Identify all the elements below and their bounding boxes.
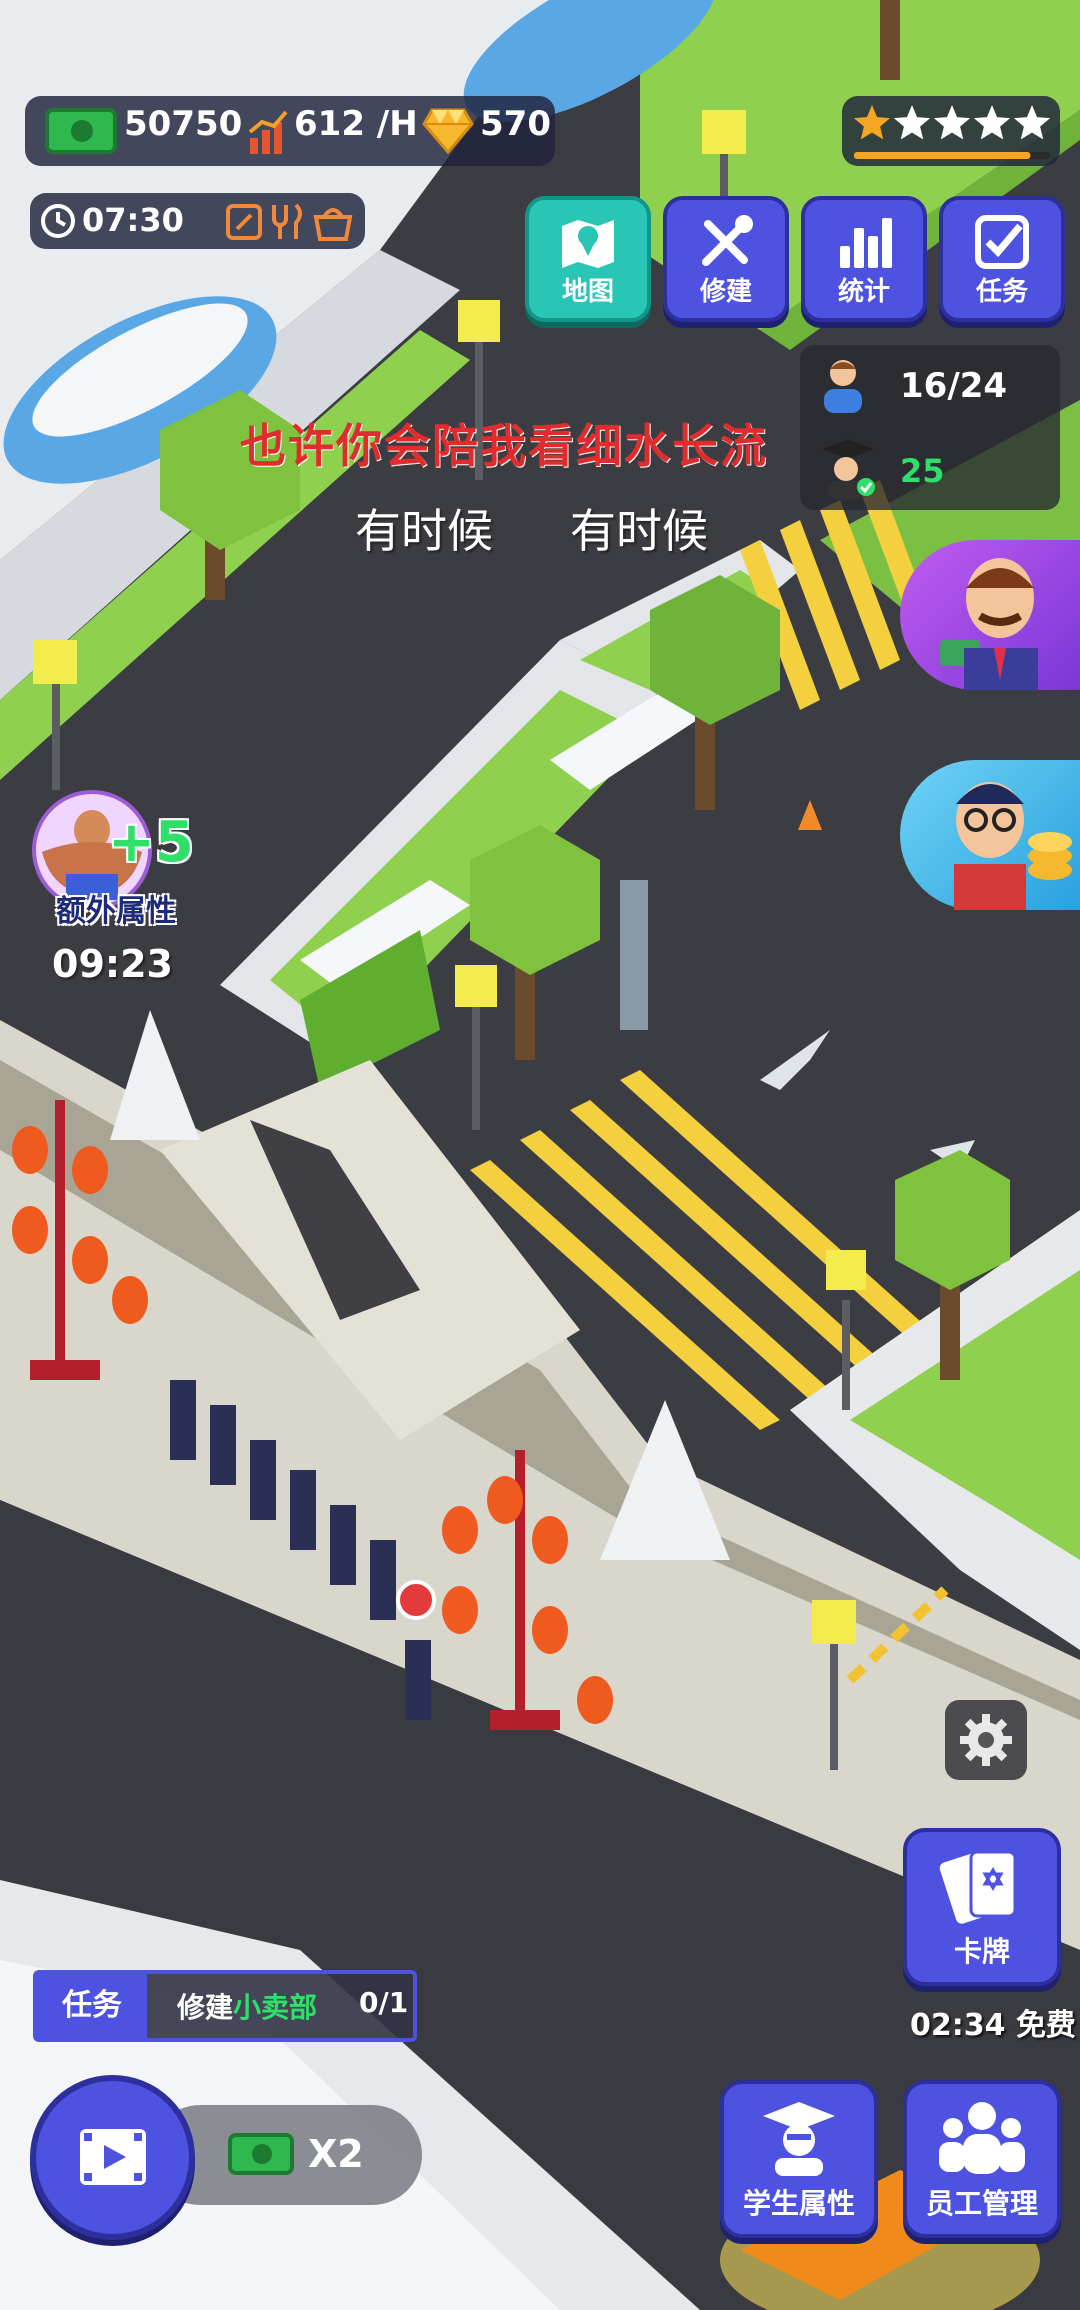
tycoon-offer-button[interactable] bbox=[900, 760, 1080, 910]
lyric-line-1: 也许你会陪我看细水长流 bbox=[240, 419, 768, 473]
basket-icon[interactable] bbox=[312, 203, 354, 241]
gem-icon bbox=[422, 108, 474, 154]
build-button[interactable]: 修建 bbox=[663, 196, 789, 322]
map-button[interactable]: 地图 bbox=[525, 196, 651, 322]
graduate-icon bbox=[822, 439, 875, 499]
star-filled-icon bbox=[853, 105, 891, 140]
buff-label: 额外属性 bbox=[56, 894, 176, 929]
watch-video-button[interactable] bbox=[30, 2075, 195, 2240]
bar-chart-icon bbox=[840, 218, 892, 268]
businessman-icon bbox=[940, 558, 1038, 690]
star-empty-icon bbox=[1013, 105, 1051, 140]
cards-icon bbox=[939, 1850, 1017, 1924]
map-icon bbox=[562, 220, 614, 268]
gear-icon bbox=[960, 1714, 1012, 1766]
build-label: 修建 bbox=[699, 277, 752, 307]
clock-value: 07:30 bbox=[82, 201, 184, 239]
stats-label: 统计 bbox=[837, 277, 890, 307]
extra-attribute-buff[interactable]: +5 额外属性 bbox=[22, 790, 194, 930]
income-value: 612 /H bbox=[294, 104, 418, 144]
student-attributes-button[interactable]: 学生属性 bbox=[720, 2080, 878, 2238]
cash-icon bbox=[45, 108, 117, 154]
gems-value: 570 bbox=[480, 104, 551, 144]
cards-timer: 02:34 免费 bbox=[910, 2008, 1076, 2043]
rating-stars bbox=[853, 105, 1051, 159]
boost-multiplier: X2 bbox=[308, 2132, 364, 2176]
rich-man-icon bbox=[954, 782, 1072, 910]
staff-management-button[interactable]: 员工管理 bbox=[903, 2080, 1061, 2238]
video-icon bbox=[80, 2129, 146, 2185]
student-icon bbox=[824, 360, 862, 413]
staff-management-label: 员工管理 bbox=[925, 2187, 1038, 2220]
star-empty-icon bbox=[933, 105, 971, 140]
utensils-icon[interactable] bbox=[268, 203, 308, 241]
graduate-count: 25 bbox=[900, 452, 945, 490]
tasks-label: 任务 bbox=[975, 277, 1028, 307]
investor-offer-button[interactable] bbox=[900, 540, 1080, 690]
cards-button[interactable]: 卡牌 bbox=[903, 1828, 1061, 1986]
stats-button[interactable]: 统计 bbox=[801, 196, 927, 322]
income-chart-icon bbox=[248, 110, 288, 154]
cash-icon bbox=[228, 2133, 294, 2175]
task-target: 小卖部 bbox=[233, 1991, 318, 2024]
star-empty-icon bbox=[893, 105, 931, 140]
buff-timer: 09:23 bbox=[52, 942, 173, 986]
graduate-cap-icon bbox=[763, 2102, 835, 2176]
clock-icon bbox=[41, 204, 75, 238]
checklist-icon bbox=[975, 215, 1029, 269]
tools-icon bbox=[702, 215, 753, 266]
task-progress: 0/1 bbox=[359, 1986, 409, 2019]
lyric-line-2b: 有时候 bbox=[570, 504, 708, 558]
tasks-button[interactable]: 任务 bbox=[939, 196, 1065, 322]
task-prefix: 修建 bbox=[177, 1991, 234, 2024]
task-bar[interactable]: 任务 修建小卖部 0/1 bbox=[33, 1970, 417, 2042]
task-description: 修建小卖部 bbox=[177, 1986, 317, 2026]
settings-button[interactable] bbox=[945, 1700, 1027, 1780]
people-icon bbox=[939, 2102, 1025, 2174]
lyric-line-2a: 有时候 bbox=[355, 504, 493, 558]
map-label: 地图 bbox=[561, 277, 614, 307]
task-tag: 任务 bbox=[37, 1974, 147, 2038]
money-value: 50750 bbox=[124, 104, 243, 144]
buff-value: +5 bbox=[108, 810, 194, 875]
star-empty-icon bbox=[973, 105, 1011, 140]
cards-label: 卡牌 bbox=[953, 1935, 1010, 1968]
student-attributes-label: 学生属性 bbox=[742, 2187, 855, 2220]
student-count: 16/24 bbox=[900, 366, 1008, 406]
edit-icon[interactable] bbox=[225, 203, 263, 241]
